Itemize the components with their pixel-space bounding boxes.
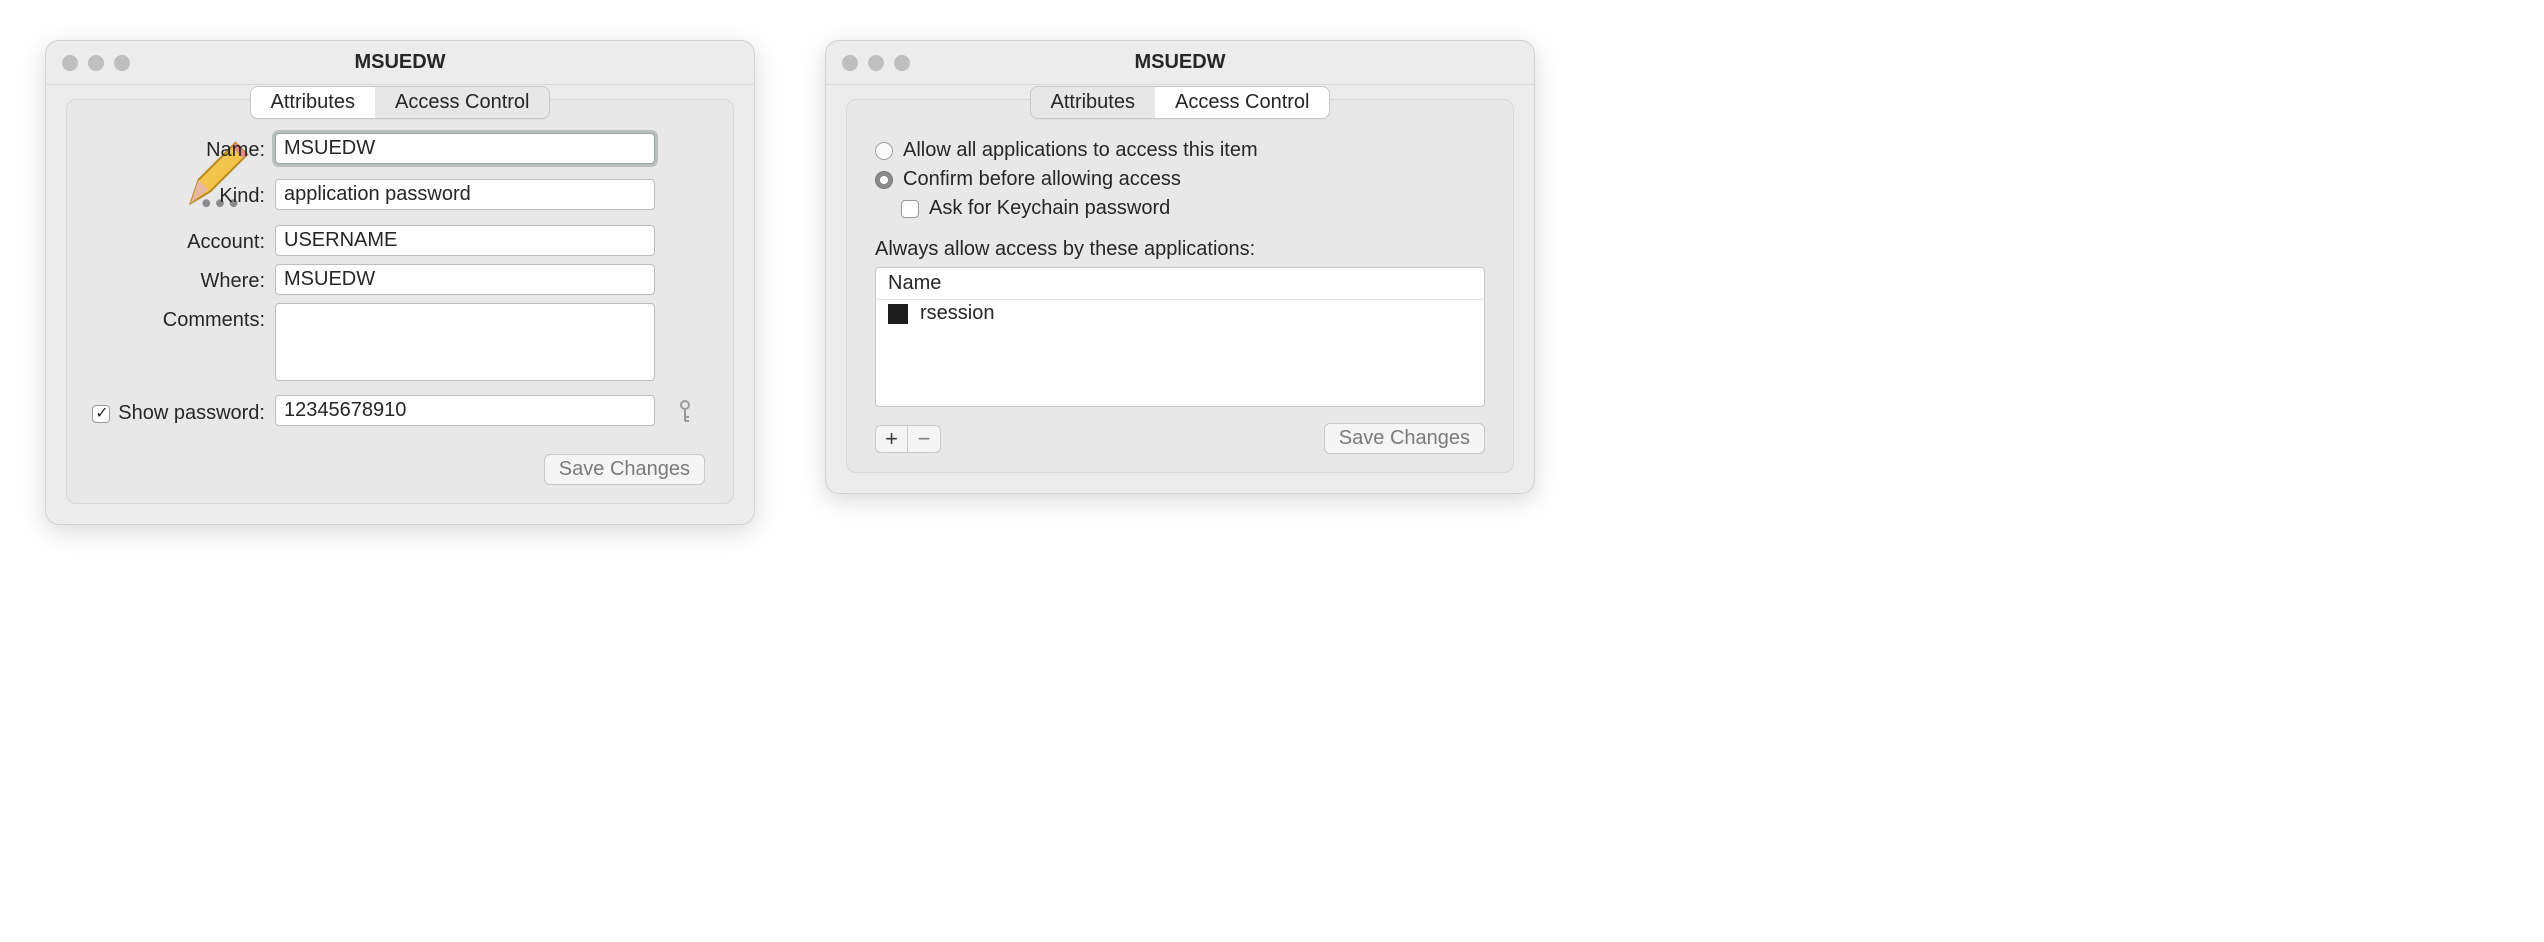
panel: Attributes Access Control Na	[66, 99, 734, 504]
close-window-icon[interactable]	[842, 55, 858, 71]
save-changes-button[interactable]: Save Changes	[1324, 423, 1485, 454]
name-field[interactable]	[275, 133, 655, 164]
add-app-button[interactable]: +	[876, 426, 908, 452]
titlebar: MSUEDW	[826, 41, 1534, 85]
app-list-row[interactable]: rsession	[876, 300, 1484, 327]
terminal-app-icon	[888, 304, 908, 324]
always-allow-label: Always allow access by these application…	[875, 238, 1485, 261]
account-field[interactable]	[275, 225, 655, 256]
tab-attributes[interactable]: Attributes	[1031, 87, 1155, 118]
label-allow-all: Allow all applications to access this it…	[903, 139, 1258, 162]
save-changes-button[interactable]: Save Changes	[544, 454, 705, 485]
close-window-icon[interactable]	[62, 55, 78, 71]
window-title: MSUEDW	[826, 51, 1534, 74]
label-name: Name:	[206, 133, 265, 171]
panel: Attributes Access Control Allow all appl…	[846, 99, 1514, 473]
app-list-header: Name	[876, 268, 1484, 300]
label-confirm: Confirm before allowing access	[903, 168, 1181, 191]
key-icon[interactable]	[665, 395, 705, 426]
ask-keychain-checkbox[interactable]	[901, 200, 919, 218]
label-show-password: Show password:	[118, 402, 265, 425]
titlebar: MSUEDW	[46, 41, 754, 85]
tabbar: Attributes Access Control	[67, 86, 733, 119]
comments-field[interactable]	[275, 303, 655, 381]
tab-access-control[interactable]: Access Control	[375, 87, 550, 118]
radio-confirm[interactable]	[875, 171, 893, 189]
password-field[interactable]	[275, 395, 655, 426]
remove-app-button[interactable]: −	[908, 426, 940, 452]
tab-access-control[interactable]: Access Control	[1155, 87, 1330, 118]
radio-allow-all[interactable]	[875, 142, 893, 160]
label-account: Account:	[187, 225, 265, 256]
keychain-item-window-attributes: MSUEDW Attributes Access Control	[45, 40, 755, 525]
zoom-window-icon[interactable]	[894, 55, 910, 71]
traffic-lights	[826, 55, 910, 71]
label-where: Where:	[201, 264, 265, 295]
label-kind: Kind:	[219, 179, 265, 217]
label-comments: Comments:	[163, 303, 265, 387]
traffic-lights	[46, 55, 130, 71]
app-name: rsession	[920, 302, 994, 325]
tabbar: Attributes Access Control	[847, 86, 1513, 119]
zoom-window-icon[interactable]	[114, 55, 130, 71]
add-remove-segment: + −	[875, 425, 941, 453]
app-list: Name rsession	[875, 267, 1485, 407]
window-title: MSUEDW	[46, 51, 754, 74]
kind-field[interactable]	[275, 179, 655, 210]
minimize-window-icon[interactable]	[88, 55, 104, 71]
minimize-window-icon[interactable]	[868, 55, 884, 71]
where-field[interactable]	[275, 264, 655, 295]
show-password-checkbox[interactable]	[92, 405, 110, 423]
label-ask-keychain: Ask for Keychain password	[929, 197, 1170, 220]
keychain-item-window-access-control: MSUEDW Attributes Access Control Allow a…	[825, 40, 1535, 494]
tab-attributes[interactable]: Attributes	[251, 87, 375, 118]
